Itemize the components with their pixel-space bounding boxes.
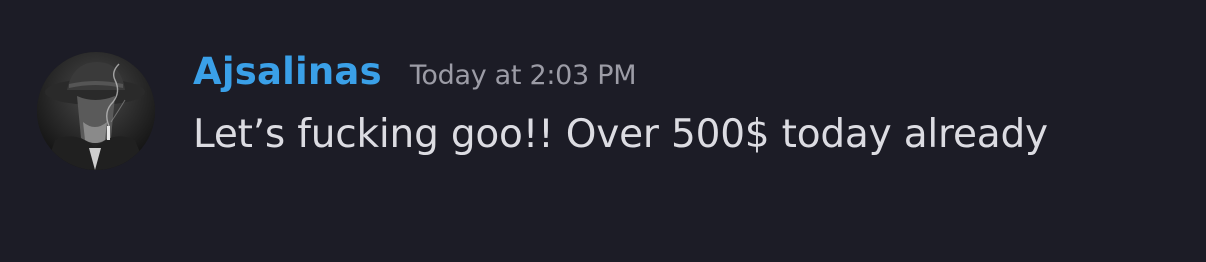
message-content: Let’s fucking goo!! Over 500$ today alre… bbox=[193, 112, 1048, 157]
timestamp[interactable]: Today at 2:03 PM bbox=[410, 60, 637, 91]
avatar[interactable] bbox=[37, 52, 155, 170]
username[interactable]: Ajsalinas bbox=[193, 50, 382, 93]
message-header: Ajsalinas Today at 2:03 PM bbox=[193, 50, 636, 100]
chat-message: Ajsalinas Today at 2:03 PM Let’s fucking… bbox=[0, 0, 1206, 262]
avatar-portrait-image bbox=[37, 52, 155, 170]
